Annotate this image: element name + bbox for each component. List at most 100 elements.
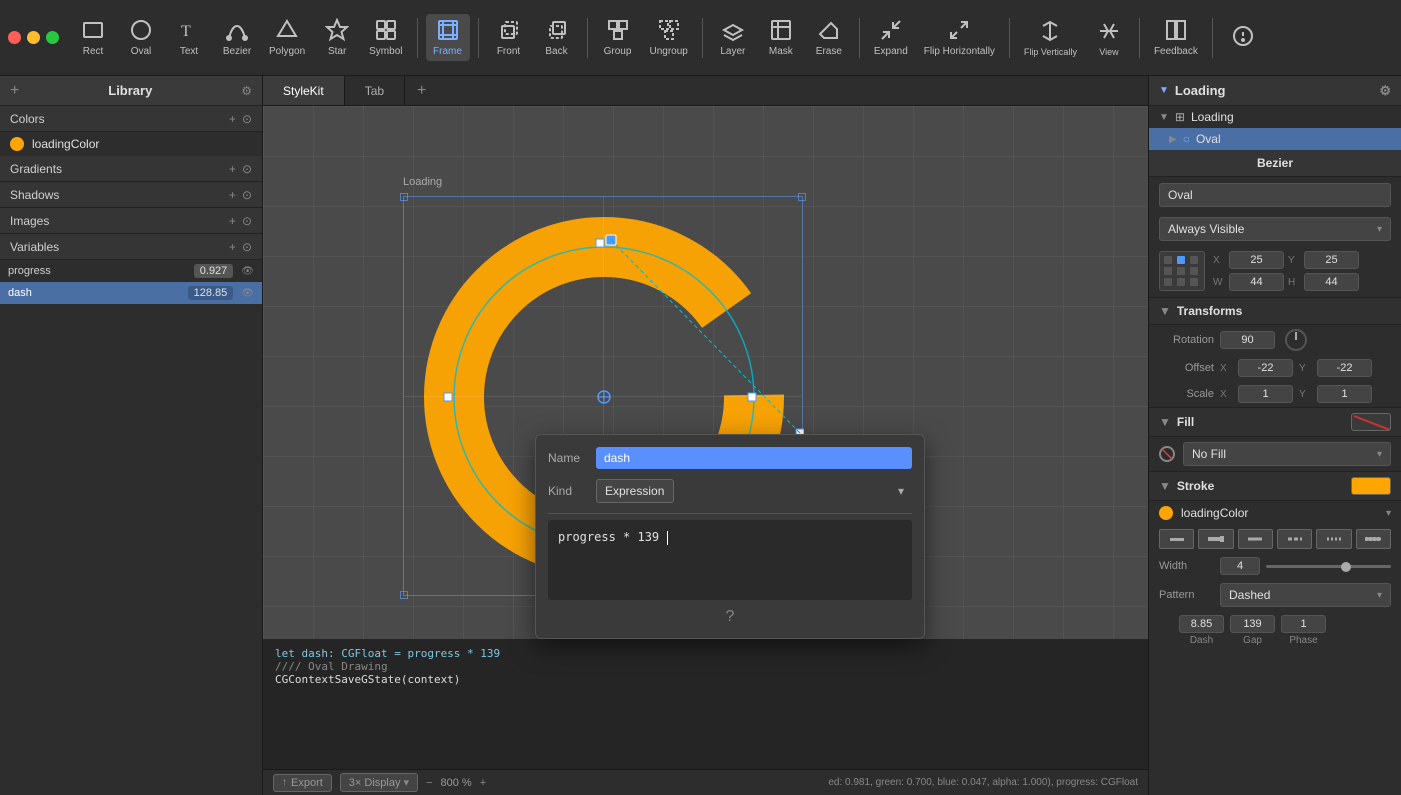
fill-no-fill-icon xyxy=(1352,414,1391,431)
layer-name-input[interactable] xyxy=(1159,183,1391,207)
toolbar-flip-h[interactable]: Flip Vertically xyxy=(1018,15,1083,61)
stroke-width-input[interactable] xyxy=(1220,557,1260,575)
toolbar-flip-v[interactable]: View xyxy=(1087,15,1131,61)
shadows-settings-icon[interactable]: ⊙ xyxy=(242,188,252,202)
images-add-icon[interactable]: + xyxy=(229,214,236,228)
gradients-settings-icon[interactable]: ⊙ xyxy=(242,162,252,176)
colors-add-icon[interactable]: + xyxy=(229,112,236,126)
offset-y-input[interactable] xyxy=(1317,359,1372,377)
gradients-section-header[interactable]: Gradients + ⊙ xyxy=(0,156,262,182)
toolbar-oval[interactable]: Oval xyxy=(119,14,163,61)
sidebar-add-icon[interactable]: + xyxy=(10,82,19,100)
popup-help-icon[interactable]: ? xyxy=(726,608,735,626)
tab-tab[interactable]: Tab xyxy=(345,76,405,105)
toolbar-contract[interactable]: Expand xyxy=(868,14,914,61)
variables-section-header[interactable]: Variables + ⊙ xyxy=(0,234,262,260)
tab-add-button[interactable]: + xyxy=(405,76,438,105)
scale-y-input[interactable] xyxy=(1317,385,1372,403)
gap-input[interactable] xyxy=(1230,615,1275,633)
colors-settings-icon[interactable]: ⊙ xyxy=(242,112,252,126)
toolbar-layer[interactable]: Layer xyxy=(711,14,755,61)
rotation-input[interactable] xyxy=(1220,331,1275,349)
canvas-area[interactable]: Loading xyxy=(263,106,1148,769)
wh-row: W H xyxy=(1213,273,1391,291)
toolbar-rect[interactable]: Rect xyxy=(71,14,115,61)
colors-section-header[interactable]: Colors + ⊙ xyxy=(0,106,262,132)
popup-kind-select[interactable]: Expression Constant Variable xyxy=(596,479,674,503)
display-selector[interactable]: 3× Display ▾ xyxy=(340,773,418,792)
dash-input[interactable] xyxy=(1179,615,1224,633)
scale-x-input[interactable] xyxy=(1238,385,1293,403)
tab-stylekit[interactable]: StyleKit xyxy=(263,76,345,105)
toolbar-erase[interactable]: Erase xyxy=(807,14,851,61)
toolbar-bezier[interactable]: Bezier xyxy=(215,14,259,61)
zoom-plus[interactable]: + xyxy=(480,777,486,789)
layer-oval[interactable]: ▶ ○ Oval xyxy=(1149,128,1401,150)
sidebar-settings-icon[interactable]: ⚙ xyxy=(241,84,252,98)
toolbar-expand[interactable]: Flip Horizontally xyxy=(918,14,1001,61)
shadows-section-header[interactable]: Shadows + ⊙ xyxy=(0,182,262,208)
stroke-style-btn-5[interactable] xyxy=(1316,529,1351,549)
toolbar-frame[interactable]: Frame xyxy=(426,14,470,61)
toolbar-polygon[interactable]: Polygon xyxy=(263,14,311,61)
images-settings-icon[interactable]: ⊙ xyxy=(242,214,252,228)
variables-settings-icon[interactable]: ⊙ xyxy=(242,240,252,254)
stroke-style-btn-1[interactable] xyxy=(1159,529,1194,549)
layer-loading[interactable]: ▼ ⊞ Loading xyxy=(1149,106,1401,128)
shadows-add-icon[interactable]: + xyxy=(229,188,236,202)
rotation-wheel[interactable] xyxy=(1285,329,1307,351)
toolbar-mask[interactable]: Mask xyxy=(759,14,803,61)
x-input[interactable] xyxy=(1229,251,1284,269)
popup-name-input[interactable] xyxy=(596,447,912,469)
toolbar-feedback[interactable] xyxy=(1221,20,1265,56)
stroke-style-btn-4[interactable] xyxy=(1277,529,1312,549)
toolbar-front[interactable]: Front xyxy=(487,14,531,61)
gradients-add-icon[interactable]: + xyxy=(229,162,236,176)
h-input[interactable] xyxy=(1304,273,1359,291)
export-button[interactable]: ↑ Export xyxy=(273,774,332,792)
right-panel-gear[interactable]: ⚙ xyxy=(1379,83,1391,99)
minimize-button[interactable] xyxy=(27,31,40,44)
y-input[interactable] xyxy=(1304,251,1359,269)
toolbar-group[interactable]: Group xyxy=(596,14,640,61)
stroke-style-btn-6[interactable] xyxy=(1356,529,1391,549)
color-item-loading[interactable]: loadingColor xyxy=(0,132,262,156)
library-header: + Library ⚙ xyxy=(0,76,262,106)
toolbar-symbol[interactable]: Symbol xyxy=(363,14,408,61)
right-panel-triangle: ▼ xyxy=(1159,85,1169,96)
toolbar-star[interactable]: Star xyxy=(315,14,359,61)
zoom-minus[interactable]: − xyxy=(426,777,432,789)
toolbar-text[interactable]: T Text xyxy=(167,14,211,61)
visibility-dropdown[interactable]: Always Visible ▾ xyxy=(1159,217,1391,241)
fill-section-header[interactable]: ▼ Fill xyxy=(1149,407,1401,437)
fill-type-dropdown[interactable]: No Fill ▾ xyxy=(1183,442,1391,466)
dash-group: Dash xyxy=(1179,615,1224,646)
dash-eye-icon[interactable]: 👁 xyxy=(241,288,254,299)
toolbar-back[interactable]: Back xyxy=(535,14,579,61)
w-input[interactable] xyxy=(1229,273,1284,291)
center-area: StyleKit Tab + Loading xyxy=(263,76,1148,795)
images-section-header[interactable]: Images + ⊙ xyxy=(0,208,262,234)
progress-eye-icon[interactable]: 👁 xyxy=(241,266,254,277)
grid-dot-bl xyxy=(1164,278,1172,286)
width-slider[interactable] xyxy=(1266,565,1391,568)
variables-add-icon[interactable]: + xyxy=(229,240,236,254)
pattern-dropdown[interactable]: Dashed ▾ xyxy=(1220,583,1391,607)
transforms-section[interactable]: ▼ Transforms xyxy=(1149,297,1401,325)
offset-x-input[interactable] xyxy=(1238,359,1293,377)
phase-input[interactable] xyxy=(1281,615,1326,633)
stroke-section-header[interactable]: ▼ Stroke xyxy=(1149,471,1401,501)
visibility-arrow: ▾ xyxy=(1377,224,1382,235)
stroke-triangle: ▼ xyxy=(1159,479,1171,493)
popup-body[interactable]: progress * 139 xyxy=(548,520,912,600)
fill-no-icon xyxy=(1161,448,1173,460)
stroke-style-btn-2[interactable] xyxy=(1198,529,1233,549)
stroke-style-btn-3[interactable] xyxy=(1238,529,1273,549)
w-label: W xyxy=(1213,277,1225,288)
toolbar-view[interactable]: Feedback xyxy=(1148,14,1204,61)
close-button[interactable] xyxy=(8,31,21,44)
variable-progress[interactable]: progress 0.927 👁 xyxy=(0,260,262,282)
variable-dash[interactable]: dash 128.85 👁 xyxy=(0,282,262,304)
maximize-button[interactable] xyxy=(46,31,59,44)
toolbar-ungroup[interactable]: Ungroup xyxy=(644,14,694,61)
